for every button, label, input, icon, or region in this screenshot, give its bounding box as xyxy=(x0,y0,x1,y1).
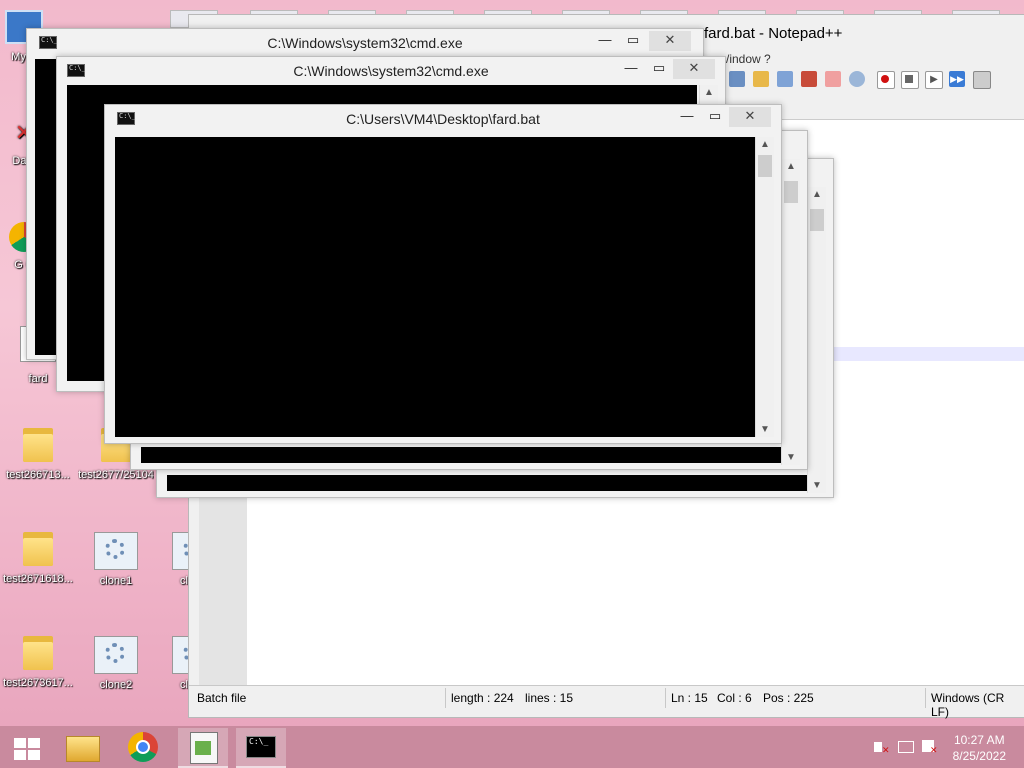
desktop-icon-folder[interactable]: test266713... xyxy=(0,424,76,482)
settings-icon xyxy=(94,636,138,674)
scroll-up-arrow[interactable]: ▲ xyxy=(756,139,774,150)
status-col: Col : 6 xyxy=(717,691,752,705)
status-pos: Pos : 225 xyxy=(763,691,814,705)
desktop-icon-clone-partial[interactable]: cl xyxy=(144,532,188,588)
desktop-icon-label: test266713... xyxy=(6,469,70,481)
save-macro-icon[interactable] xyxy=(973,71,991,89)
status-lines: lines : 15 xyxy=(525,691,574,705)
toolbar-replace-icon[interactable] xyxy=(753,71,769,87)
file-explorer-button[interactable] xyxy=(58,728,108,766)
start-button[interactable] xyxy=(2,728,52,766)
desktop-icon-clone1[interactable]: clone1 xyxy=(78,532,154,588)
maximize-button[interactable]: ▭ xyxy=(621,31,645,51)
minimize-button[interactable]: — xyxy=(593,31,617,51)
desktop-icon-clone2[interactable]: clone2 xyxy=(78,636,154,692)
notepadpp-icon xyxy=(190,732,218,764)
command-prompt-icon: C:\_ xyxy=(246,736,276,758)
cmd-taskbar-button[interactable]: C:\_ xyxy=(236,728,286,768)
maximize-button[interactable]: ▭ xyxy=(703,107,727,127)
notepadpp-title: fard.bat - Notepad++ xyxy=(704,25,843,42)
action-center-icon[interactable]: ✕ xyxy=(922,740,938,755)
close-button[interactable]: ✕ xyxy=(649,31,691,51)
desktop-icon-label: cl xyxy=(180,679,188,691)
desktop-icon-label: clone1 xyxy=(99,575,133,587)
close-button[interactable]: ✕ xyxy=(729,107,771,127)
folder-icon xyxy=(21,632,55,672)
desktop-icon-label: clone2 xyxy=(99,679,133,691)
desktop-icon-label: cl xyxy=(180,575,188,587)
desktop-icon-folder[interactable]: test2673617... xyxy=(0,632,76,690)
scroll-thumb[interactable] xyxy=(758,155,772,177)
clock-time: 10:27 AM xyxy=(953,733,1005,747)
status-ln: Ln : 15 xyxy=(671,691,708,705)
settings-icon xyxy=(172,532,188,570)
stop-macro-icon[interactable] xyxy=(901,71,919,89)
toolbar-copy-icon[interactable] xyxy=(777,71,793,87)
toolbar-find-icon[interactable] xyxy=(729,71,745,87)
toolbar-eye-icon[interactable] xyxy=(849,71,865,87)
fard-bat-window[interactable]: C:\Users\VM4\Desktop\fard.bat — ▭ ✕ ▲ ▼ xyxy=(104,104,782,444)
notepadpp-menu[interactable]: /indow ? xyxy=(726,52,771,66)
desktop-icon-label: test2673617... xyxy=(3,677,73,689)
minimize-button[interactable]: — xyxy=(675,107,699,127)
status-filetype: Batch file xyxy=(197,691,247,705)
desktop-icon-clone-partial[interactable]: cl xyxy=(144,636,188,692)
volume-muted-icon[interactable]: ✕ xyxy=(874,740,890,755)
network-icon[interactable] xyxy=(898,740,914,754)
clock-date: 8/25/2022 xyxy=(952,749,1006,763)
current-line-highlight xyxy=(829,347,1024,361)
status-eol: Windows (CR LF) xyxy=(931,691,1005,719)
folder-icon xyxy=(21,528,55,568)
minimize-button[interactable]: — xyxy=(619,59,643,79)
system-clock[interactable]: 10:27 AM 8/25/2022 xyxy=(953,732,1006,764)
scroll-down-arrow[interactable]: ▼ xyxy=(756,424,774,435)
windows-logo-icon xyxy=(14,738,40,760)
settings-icon xyxy=(94,532,138,570)
taskbar: C:\_ ✕ ✕ 10:27 AM 8/25/2022 xyxy=(0,726,1024,768)
chrome-button[interactable] xyxy=(118,728,168,766)
close-button[interactable]: ✕ xyxy=(673,59,715,79)
fast-forward-icon[interactable]: ▶▶ xyxy=(949,71,965,87)
status-length: length : 224 xyxy=(451,691,514,705)
notepadpp-taskbar-button[interactable] xyxy=(178,728,228,768)
settings-icon xyxy=(172,636,188,674)
file-explorer-icon xyxy=(66,736,100,762)
record-macro-icon[interactable] xyxy=(877,71,895,89)
toolbar-doc-icon[interactable] xyxy=(801,71,817,87)
desktop-icon-label: test2671618... xyxy=(3,573,73,585)
toolbar-folder-icon[interactable] xyxy=(825,71,841,87)
play-macro-icon[interactable]: ▶ xyxy=(925,71,943,89)
chrome-icon xyxy=(128,732,158,762)
desktop-icon-label: test2677/25104 xyxy=(78,469,154,481)
vertical-scrollbar[interactable]: ▲ ▼ xyxy=(755,137,774,437)
console-output[interactable] xyxy=(115,137,755,437)
folder-icon xyxy=(21,424,55,464)
desktop-icon-folder[interactable]: test2671618... xyxy=(0,528,76,586)
maximize-button[interactable]: ▭ xyxy=(647,59,671,79)
notepadpp-statusbar: Batch file length : 224 lines : 15 Ln : … xyxy=(189,685,1024,719)
console-output[interactable] xyxy=(35,59,57,355)
